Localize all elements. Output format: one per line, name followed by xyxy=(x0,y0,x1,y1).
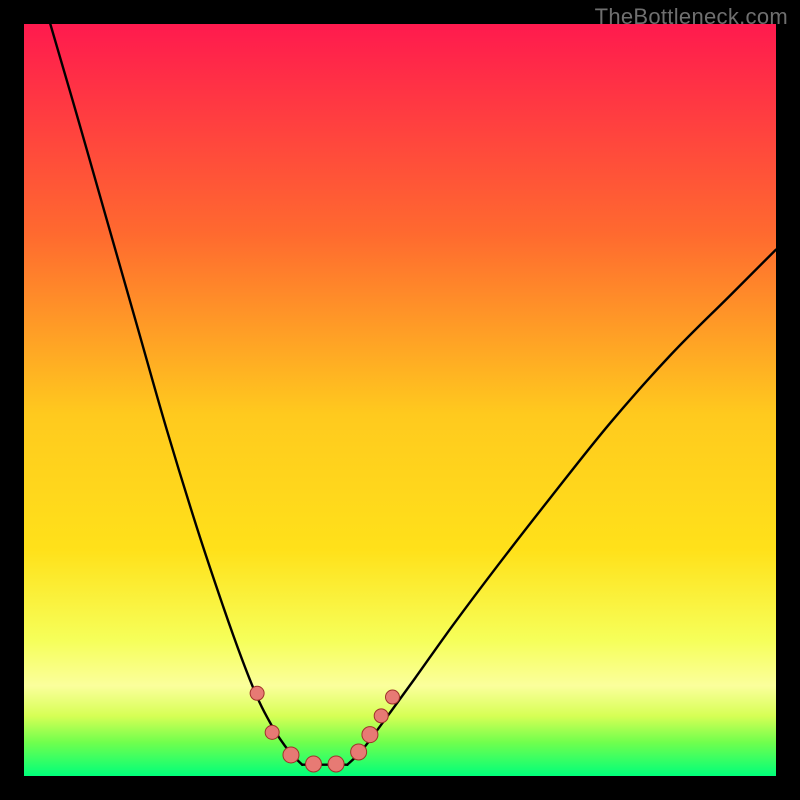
data-marker xyxy=(362,727,378,743)
data-marker xyxy=(328,756,344,772)
data-marker xyxy=(374,709,388,723)
plot-area xyxy=(24,24,776,776)
data-marker xyxy=(306,756,322,772)
data-marker xyxy=(351,744,367,760)
data-marker xyxy=(250,686,264,700)
data-marker xyxy=(385,690,399,704)
bottleneck-curve xyxy=(24,24,776,776)
data-marker xyxy=(265,725,279,739)
data-marker xyxy=(283,747,299,763)
chart-frame: TheBottleneck.com xyxy=(0,0,800,800)
watermark-text: TheBottleneck.com xyxy=(595,4,788,30)
